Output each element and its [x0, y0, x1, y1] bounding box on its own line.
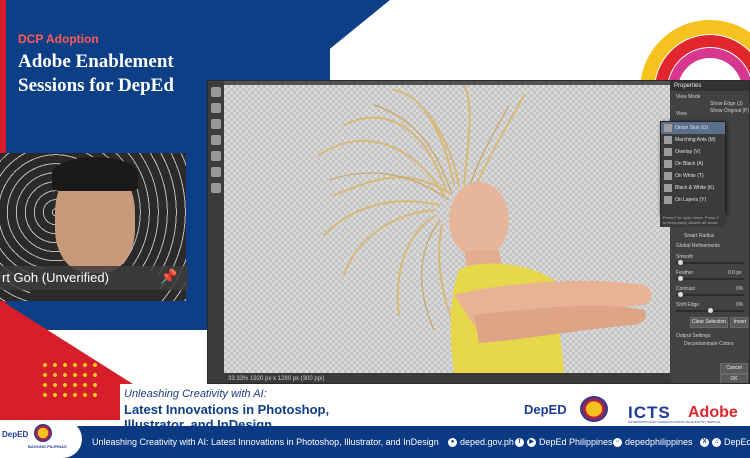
session-series-title: Adobe Enablement Sessions for DepEd [18, 50, 174, 98]
globe-icon: ● [448, 438, 457, 448]
decontaminate-checkbox[interactable]: Decontaminate Colors [684, 341, 733, 347]
youtube-icon: ▶ [527, 438, 536, 448]
woman-photo-illustration [318, 85, 652, 373]
document-canvas[interactable] [224, 85, 670, 373]
on-black-thumbnail-icon [664, 160, 672, 168]
view-option-black-white[interactable]: Black & White (K) [661, 182, 725, 194]
ok-button[interactable]: OK [720, 374, 748, 383]
hand-tool-icon[interactable] [211, 167, 221, 177]
deped-logo: DepED [524, 402, 567, 417]
feather-value: 0.0 px [728, 270, 742, 276]
ticker-facebook-youtube: f ▶ DepEd Philippines [515, 426, 613, 458]
instagram-icon: ○ [613, 438, 622, 448]
tiktok-icon: ♫ [712, 438, 721, 448]
lasso-tool-icon[interactable] [211, 151, 221, 161]
view-mode-dropdown[interactable]: Onion Skin (O) Marching Ants (M) Overlay… [660, 121, 726, 215]
marching-ants-thumbnail-icon [664, 136, 672, 144]
overlay-thumbnail-icon [664, 148, 672, 156]
woman-face [449, 182, 509, 258]
contrast-value: 0% [736, 286, 744, 292]
program-label: DCP Adoption [18, 32, 99, 46]
view-cycle-hint: Press F to cycle views. Press X to tempo… [660, 213, 726, 227]
smooth-label: Smooth [676, 254, 694, 260]
view-mode-label: View Mode [676, 94, 701, 100]
on-layers-thumbnail-icon [664, 196, 672, 204]
ticker-x-tiktok: X♫DepEd_P [700, 426, 750, 458]
contrast-slider[interactable] [676, 292, 744, 297]
ticker-seal-icon [34, 424, 52, 442]
panel-title: Properties [670, 81, 749, 91]
title-line-2: Sessions for DepEd [18, 75, 174, 96]
title-line-1: Adobe Enablement [18, 51, 174, 72]
ticker-bar: Unleashing Creativity with AI: Latest In… [0, 426, 750, 458]
status-bar: 33.33% 1920 px x 1280 px (300 ppi) [224, 373, 670, 383]
cancel-button[interactable]: Cancel [720, 363, 748, 374]
shift-edge-label: Shift Edge [676, 302, 700, 308]
onion-skin-thumbnail-icon [664, 124, 672, 132]
session-title: Latest Innovations in Photoshop, Illustr… [124, 402, 330, 428]
refine-edge-brush-icon[interactable] [211, 103, 221, 113]
facebook-icon: f [515, 438, 524, 448]
invert-button[interactable]: Invert [730, 317, 749, 328]
view-label: View [676, 111, 687, 117]
object-selection-tool-icon[interactable] [211, 135, 221, 145]
x-icon: X [700, 438, 709, 448]
shift-edge-value: 0% [736, 302, 744, 308]
background-dot-pattern [40, 360, 100, 400]
zoom-tool-icon[interactable] [211, 183, 221, 193]
brush-tool-icon[interactable] [211, 119, 221, 129]
smooth-slider[interactable] [676, 260, 744, 265]
shift-edge-slider[interactable] [676, 308, 744, 313]
photoshop-window: 33.33% 1920 px x 1280 px (300 ppi) Prope… [207, 80, 750, 384]
bagong-pilipinas-seal-icon [580, 396, 608, 422]
view-option-overlay[interactable]: Overlay (V) [661, 146, 725, 158]
adobe-logo: Adobe [688, 404, 738, 421]
view-option-onion-skin[interactable]: Onion Skin (O) [661, 122, 725, 134]
output-settings-header[interactable]: Output Settings [676, 333, 710, 339]
black-white-thumbnail-icon [664, 184, 672, 192]
pin-icon[interactable]: 📌 [160, 268, 177, 285]
show-original-checkbox[interactable]: Show Original (P) [710, 108, 749, 114]
feather-label: Feather [676, 270, 694, 276]
participant-hair [52, 157, 138, 191]
on-white-thumbnail-icon [664, 172, 672, 180]
ticker-instagram: ○ depedphilippines [613, 426, 693, 458]
view-option-on-black[interactable]: On Black (A) [661, 158, 725, 170]
feather-slider[interactable] [676, 276, 744, 281]
view-option-on-white[interactable]: On White (T) [661, 170, 725, 182]
show-edge-checkbox[interactable]: Show Edge (J) [710, 101, 743, 107]
view-option-marching-ants[interactable]: Marching Ants (M) [661, 134, 725, 146]
global-refinements-header[interactable]: Global Refinements [676, 243, 720, 249]
clear-selection-button[interactable]: Clear Selection [690, 317, 728, 328]
smart-radius-checkbox[interactable]: Smart Radius [684, 233, 714, 239]
tools-toolbar [208, 81, 224, 383]
ticker-deped-logo: DepED [2, 430, 29, 439]
ticker-text: Unleashing Creativity with AI: Latest In… [92, 437, 439, 447]
quick-selection-tool-icon[interactable] [211, 87, 221, 97]
ticker-website: ● deped.gov.ph [448, 426, 514, 458]
view-option-on-layers[interactable]: On Layers (Y) [661, 194, 725, 206]
session-subtitle: Unleashing Creativity with AI: [124, 388, 267, 400]
ticker-seal-label: BAGONG PILIPINAS [28, 444, 67, 449]
